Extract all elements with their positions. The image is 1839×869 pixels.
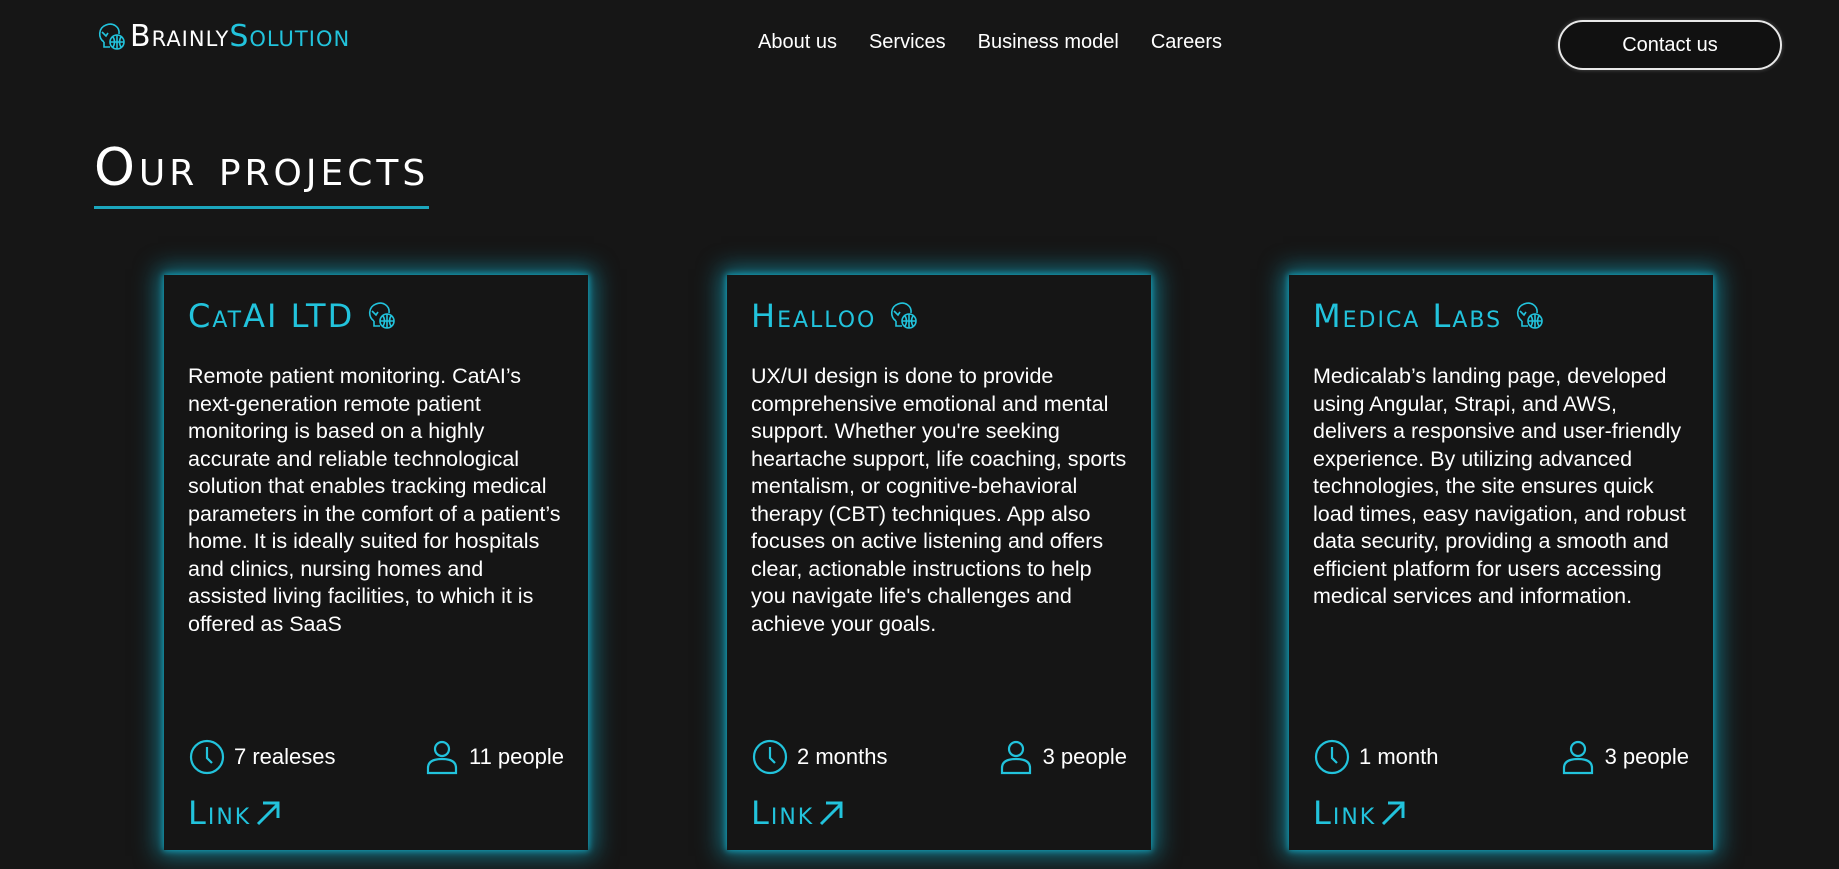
brain-bulb-icon xyxy=(98,23,125,50)
project-title: Healloo xyxy=(751,299,920,333)
project-link-label: Link xyxy=(1313,794,1377,832)
project-link[interactable]: Link xyxy=(188,797,283,829)
project-card: CatAI LTD Remote patient monitoring. Cat… xyxy=(164,275,588,850)
project-team: 3 people xyxy=(1559,738,1689,776)
person-icon xyxy=(1562,740,1593,775)
nav-services[interactable]: Services xyxy=(869,31,946,54)
project-title-text: CatAI LTD xyxy=(188,297,355,335)
brain-bulb-icon xyxy=(1517,302,1543,329)
project-description: Remote patient monitoring. CatAI’s next-… xyxy=(188,364,561,636)
person-icon xyxy=(1000,740,1031,775)
nav-careers[interactable]: Careers xyxy=(1151,31,1222,54)
project-link[interactable]: Link xyxy=(751,797,846,829)
main-nav: About us Services Business model Careers xyxy=(758,31,1254,54)
project-team: 11 people xyxy=(423,738,564,776)
nav-business-model[interactable]: Business model xyxy=(978,31,1119,54)
project-meta: 7 realeses 11 people xyxy=(188,737,564,777)
project-team: 3 people xyxy=(997,738,1127,776)
brand-name-part1: Brainly xyxy=(130,19,230,54)
arrow-up-right-icon xyxy=(1382,801,1405,826)
contact-us-button[interactable]: Contact us xyxy=(1558,20,1782,70)
project-link-label: Link xyxy=(751,794,815,832)
brand-logo[interactable]: Brainly Solution xyxy=(94,20,350,54)
arrow-up-right-icon xyxy=(257,801,280,826)
section-title: Our projects xyxy=(94,142,430,209)
brain-bulb-icon xyxy=(891,302,918,329)
project-duration: 1 month xyxy=(1313,738,1439,776)
project-title-text: Medica Labs xyxy=(1313,297,1503,335)
project-card: Healloo UX/UI design is done to provide … xyxy=(727,275,1151,850)
brain-bulb-icon xyxy=(369,302,396,329)
project-description: Medicalab’s landing page, developed usin… xyxy=(1313,364,1686,608)
project-team-text: 11 people xyxy=(468,744,564,769)
brand-name-part2: Solution xyxy=(229,19,351,54)
clock-icon xyxy=(752,739,788,775)
project-card: Medica Labs Medicalab’s landing page, de… xyxy=(1289,275,1713,850)
project-title-text: Healloo xyxy=(751,297,877,335)
project-duration: 7 realeses xyxy=(188,738,336,776)
project-title: Medica Labs xyxy=(1313,299,1546,333)
project-description: UX/UI design is done to provide comprehe… xyxy=(751,364,1127,636)
project-duration: 2 months xyxy=(751,738,888,776)
clock-icon xyxy=(189,739,225,775)
project-duration-text: 2 months xyxy=(797,744,888,769)
project-team-text: 3 people xyxy=(1042,744,1127,769)
project-team-text: 3 people xyxy=(1604,744,1689,769)
arrow-up-right-icon xyxy=(820,801,843,826)
clock-icon xyxy=(1314,739,1350,775)
nav-about-us[interactable]: About us xyxy=(758,31,837,54)
project-duration-text: 7 realeses xyxy=(234,744,336,769)
site-header: Brainly Solution About us Services Busine… xyxy=(0,0,1839,90)
project-link[interactable]: Link xyxy=(1313,797,1408,829)
person-icon xyxy=(426,740,458,775)
project-meta: 2 months 3 people xyxy=(751,737,1127,777)
project-meta: 1 month 3 people xyxy=(1313,737,1689,777)
project-title: CatAI LTD xyxy=(188,299,398,333)
project-link-label: Link xyxy=(188,794,252,832)
project-duration-text: 1 month xyxy=(1359,744,1439,769)
